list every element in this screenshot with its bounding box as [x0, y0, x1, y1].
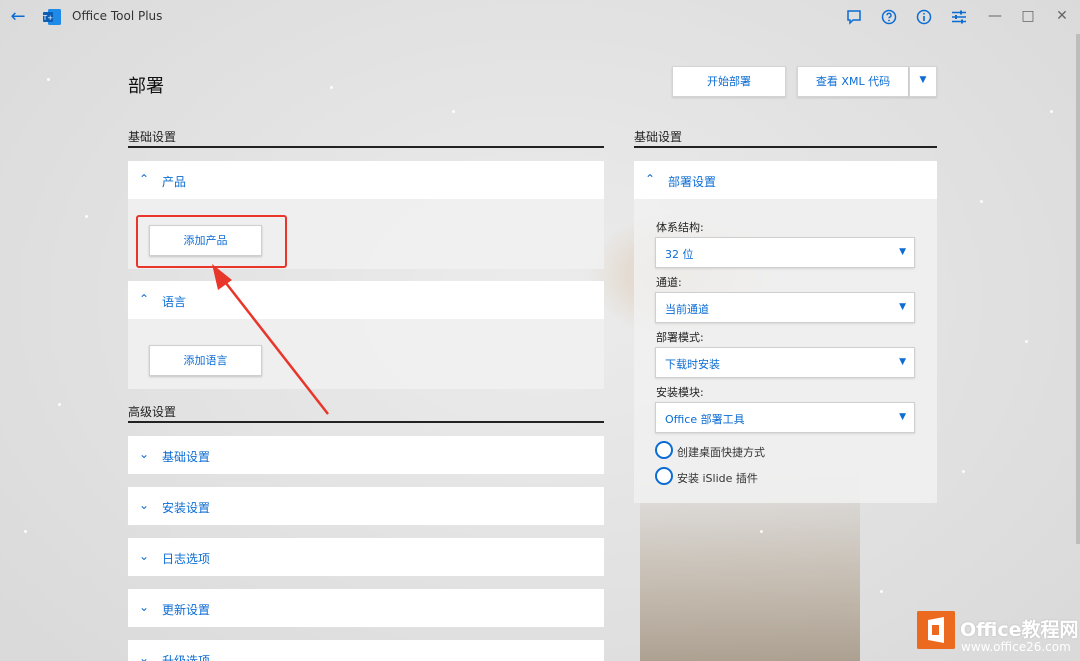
- channel-select[interactable]: 当前通道 ▼: [655, 292, 915, 323]
- advanced-settings-label: 高级设置: [128, 405, 177, 419]
- maximize-icon[interactable]: □: [1020, 8, 1036, 24]
- advanced-item-install[interactable]: ⌄ 安装设置: [128, 487, 604, 525]
- products-panel-header[interactable]: ⌃ 产品: [128, 161, 604, 199]
- desktop-shortcut-label: 创建桌面快捷方式: [677, 446, 765, 459]
- office-logo-icon: [917, 611, 955, 649]
- app-title: Office Tool Plus: [72, 9, 163, 23]
- basic-settings-label: 基础设置: [128, 130, 177, 144]
- language-label: 语言: [162, 295, 187, 309]
- svg-text:T+: T+: [42, 14, 53, 22]
- caret-down-icon: ▼: [899, 302, 906, 312]
- install-module-label: 安装模块:: [656, 386, 704, 399]
- deploy-settings-header[interactable]: ⌃ 部署设置: [634, 161, 937, 199]
- advanced-item-label: 安装设置: [162, 501, 211, 515]
- chevron-down-icon: ⌄: [138, 651, 150, 661]
- chevron-down-icon[interactable]: ▼: [909, 66, 937, 97]
- install-module-value: Office 部署工具: [665, 413, 745, 426]
- scrollbar[interactable]: [1076, 34, 1080, 544]
- watermark-brand: Office教程网: [960, 619, 1079, 641]
- deploy-mode-value: 下载时安装: [665, 358, 720, 371]
- chevron-down-icon: ⌄: [138, 549, 150, 563]
- advanced-item-updates[interactable]: ⌄ 更新设置: [128, 589, 604, 627]
- deploy-settings-label: 部署设置: [668, 175, 717, 189]
- minimize-icon[interactable]: —: [987, 8, 1003, 24]
- islide-label: 安装 iSlide 插件: [677, 472, 758, 485]
- settings-sliders-icon[interactable]: [951, 9, 967, 25]
- advanced-item-logging[interactable]: ⌄ 日志选项: [128, 538, 604, 576]
- office-tool-plus-logo: T+: [42, 9, 61, 25]
- deploy-mode-label: 部署模式:: [656, 331, 704, 344]
- section-divider: [128, 146, 604, 148]
- highlight-box: [136, 215, 287, 268]
- desktop-shortcut-checkbox[interactable]: [655, 441, 673, 459]
- advanced-item-upgrade[interactable]: ⌄ 升级选项: [128, 640, 604, 661]
- section-divider: [128, 421, 604, 423]
- deploy-mode-select[interactable]: 下载时安装 ▼: [655, 347, 915, 378]
- caret-down-icon: ▼: [899, 357, 906, 367]
- products-label: 产品: [162, 175, 187, 189]
- caret-down-icon: ▼: [899, 247, 906, 257]
- install-module-select[interactable]: Office 部署工具 ▼: [655, 402, 915, 433]
- architecture-label: 体系结构:: [656, 221, 704, 234]
- chevron-up-icon: ⌃: [138, 172, 150, 186]
- channel-value: 当前通道: [665, 303, 709, 316]
- chevron-down-icon: ⌄: [138, 498, 150, 512]
- advanced-item-label: 日志选项: [162, 552, 211, 566]
- watermark-url: www.office26.com: [961, 640, 1071, 654]
- advanced-item-label: 更新设置: [162, 603, 211, 617]
- feedback-icon[interactable]: [846, 9, 862, 25]
- architecture-select[interactable]: 32 位 ▼: [655, 237, 915, 268]
- back-arrow-icon[interactable]: ←: [8, 7, 28, 27]
- close-icon[interactable]: ✕: [1054, 8, 1070, 24]
- caret-down-icon: ▼: [899, 412, 906, 422]
- info-icon[interactable]: [916, 9, 932, 25]
- channel-label: 通道:: [656, 276, 682, 289]
- right-basic-settings-label: 基础设置: [634, 130, 683, 144]
- title-bar: ← T+ Office Tool Plus — □ ✕: [0, 0, 1080, 34]
- architecture-value: 32 位: [665, 248, 694, 261]
- add-language-button[interactable]: 添加语言: [149, 345, 262, 376]
- advanced-item-label: 基础设置: [162, 450, 211, 464]
- section-divider: [634, 146, 937, 148]
- view-xml-button[interactable]: 查看 XML 代码: [797, 66, 909, 97]
- chevron-down-icon: ⌄: [138, 600, 150, 614]
- language-panel-header[interactable]: ⌃ 语言: [128, 281, 604, 319]
- start-deploy-button[interactable]: 开始部署: [672, 66, 786, 97]
- islide-checkbox[interactable]: [655, 467, 673, 485]
- chevron-down-icon: ⌄: [138, 447, 150, 461]
- watermark: Office教程网 www.office26.com: [912, 607, 1080, 661]
- chevron-up-icon: ⌃: [644, 172, 656, 186]
- chevron-up-icon: ⌃: [138, 292, 150, 306]
- help-icon[interactable]: [881, 9, 897, 25]
- advanced-item-label: 升级选项: [162, 654, 211, 661]
- page-title: 部署: [128, 76, 164, 97]
- advanced-item-basic[interactable]: ⌄ 基础设置: [128, 436, 604, 474]
